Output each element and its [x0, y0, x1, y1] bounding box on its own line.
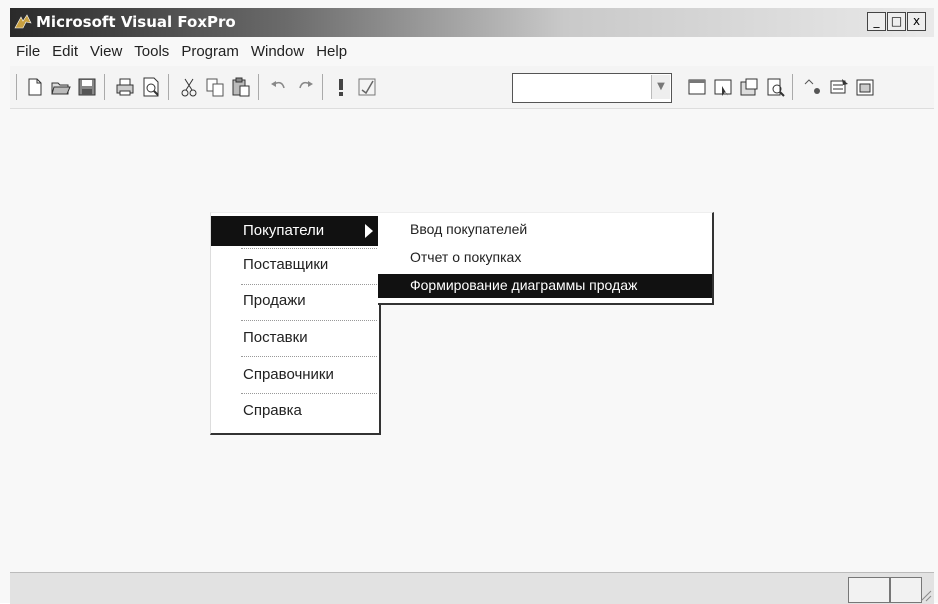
- close-button[interactable]: x: [907, 12, 926, 31]
- toolbar-separator: [792, 74, 793, 100]
- main-popup-menu: Покупатели Поставщики Продажи Поставки С…: [210, 212, 381, 435]
- submenu-item-label: Формирование диаграммы продаж: [410, 277, 638, 293]
- submenu-item-label: Ввод покупателей: [410, 221, 528, 237]
- undo-icon[interactable]: [268, 76, 290, 98]
- menu-item-sales[interactable]: Продажи: [211, 286, 379, 316]
- object-combo-box[interactable]: ▼: [512, 73, 672, 103]
- toolbar-separator: [322, 74, 323, 100]
- standard-toolbar: ▼: [10, 66, 934, 109]
- menu-item-deliveries[interactable]: Поставки: [211, 323, 379, 353]
- data-environment-icon[interactable]: [828, 76, 850, 98]
- submenu-item-purchases-report[interactable]: Отчет о покупках: [378, 246, 712, 270]
- menu-item-label: Справка: [243, 402, 302, 419]
- menu-item-label: Справочники: [243, 366, 334, 383]
- report-preview-icon[interactable]: [764, 76, 786, 98]
- window-title: Microsoft Visual FoxPro: [36, 13, 236, 31]
- menu-item-suppliers[interactable]: Поставщики: [211, 250, 379, 280]
- resize-grip-icon[interactable]: [918, 588, 932, 602]
- menu-item-help[interactable]: Справка: [211, 396, 379, 426]
- open-folder-icon[interactable]: [50, 76, 72, 98]
- toolbar-grip: [16, 74, 17, 100]
- menu-program[interactable]: Program: [175, 43, 245, 60]
- maximize-button[interactable]: □: [887, 12, 906, 31]
- submenu-item-enter-customers[interactable]: Ввод покупателей: [378, 218, 712, 242]
- form-designer-icon[interactable]: [854, 76, 876, 98]
- save-icon[interactable]: [76, 76, 98, 98]
- cut-icon[interactable]: [178, 76, 200, 98]
- print-preview-icon[interactable]: [140, 76, 162, 98]
- minimize-button[interactable]: _: [867, 12, 886, 31]
- menu-window[interactable]: Window: [245, 43, 310, 60]
- copy-icon[interactable]: [204, 76, 226, 98]
- submenu-item-label: Отчет о покупках: [410, 249, 522, 265]
- menu-item-customers[interactable]: Покупатели: [211, 216, 379, 246]
- toolbar-separator: [168, 74, 169, 100]
- new-file-icon[interactable]: [24, 76, 46, 98]
- menu-help[interactable]: Help: [310, 43, 353, 60]
- properties-icon[interactable]: [738, 76, 760, 98]
- menu-edit[interactable]: Edit: [46, 43, 84, 60]
- foxpro-window: Microsoft Visual FoxPro _ □ x File Edit …: [0, 0, 938, 604]
- foxpro-app-icon: [14, 14, 32, 29]
- menu-divider: [241, 320, 377, 321]
- submenu-arrow-icon: [365, 224, 373, 238]
- menu-bar: File Edit View Tools Program Window Help: [10, 37, 934, 65]
- menu-item-label: Поставщики: [243, 256, 329, 273]
- menu-tools[interactable]: Tools: [128, 43, 175, 60]
- customers-submenu: Ввод покупателей Отчет о покупках Формир…: [378, 212, 714, 305]
- menu-item-label: Покупатели: [243, 222, 325, 239]
- menu-file[interactable]: File: [10, 43, 46, 60]
- form-wizard-icon[interactable]: [712, 76, 734, 98]
- menu-view[interactable]: View: [84, 43, 128, 60]
- toolbar-separator: [258, 74, 259, 100]
- menu-item-references[interactable]: Справочники: [211, 360, 379, 390]
- modify-form-icon[interactable]: [356, 76, 378, 98]
- print-icon[interactable]: [114, 76, 136, 98]
- run-icon[interactable]: [330, 76, 352, 98]
- code-icon[interactable]: [802, 76, 824, 98]
- paste-icon[interactable]: [230, 76, 252, 98]
- database-window-icon[interactable]: [686, 76, 708, 98]
- submenu-item-sales-chart[interactable]: Формирование диаграммы продаж: [378, 274, 712, 298]
- status-bar: [10, 572, 934, 604]
- menu-item-label: Поставки: [243, 329, 308, 346]
- menu-divider: [241, 393, 377, 394]
- menu-divider: [241, 356, 377, 357]
- title-bar[interactable]: Microsoft Visual FoxPro _ □ x: [10, 8, 934, 37]
- chevron-down-icon[interactable]: ▼: [651, 75, 670, 99]
- status-panel: [848, 577, 890, 603]
- menu-divider: [241, 284, 377, 285]
- menu-item-label: Продажи: [243, 292, 306, 309]
- menu-divider: [241, 248, 377, 249]
- redo-icon[interactable]: [294, 76, 316, 98]
- toolbar-separator: [104, 74, 105, 100]
